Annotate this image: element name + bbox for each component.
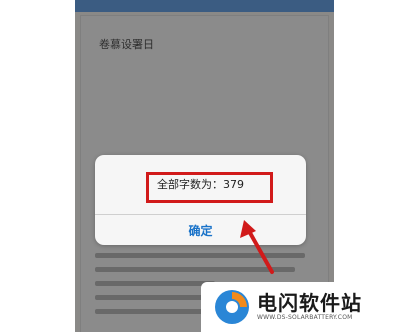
blurred-text-line [95, 267, 295, 272]
blurred-text-line [95, 281, 215, 286]
watermark: 电闪软件站 WWW.DS-SOLARBATTERY.COM [201, 282, 400, 332]
annotation-highlight-box [146, 172, 273, 203]
watermark-url: WWW.DS-SOLARBATTERY.COM [257, 314, 353, 321]
blurred-text-line [95, 295, 205, 300]
brand-logo-icon [215, 290, 249, 324]
confirm-button[interactable]: 确定 [95, 215, 306, 245]
blurred-text-line [95, 253, 305, 258]
navigation-bar [75, 0, 334, 12]
blurred-text-line [95, 309, 210, 314]
watermark-brand: 电闪软件站 [257, 291, 362, 315]
document-title: 卷慕设署日 [99, 38, 154, 51]
